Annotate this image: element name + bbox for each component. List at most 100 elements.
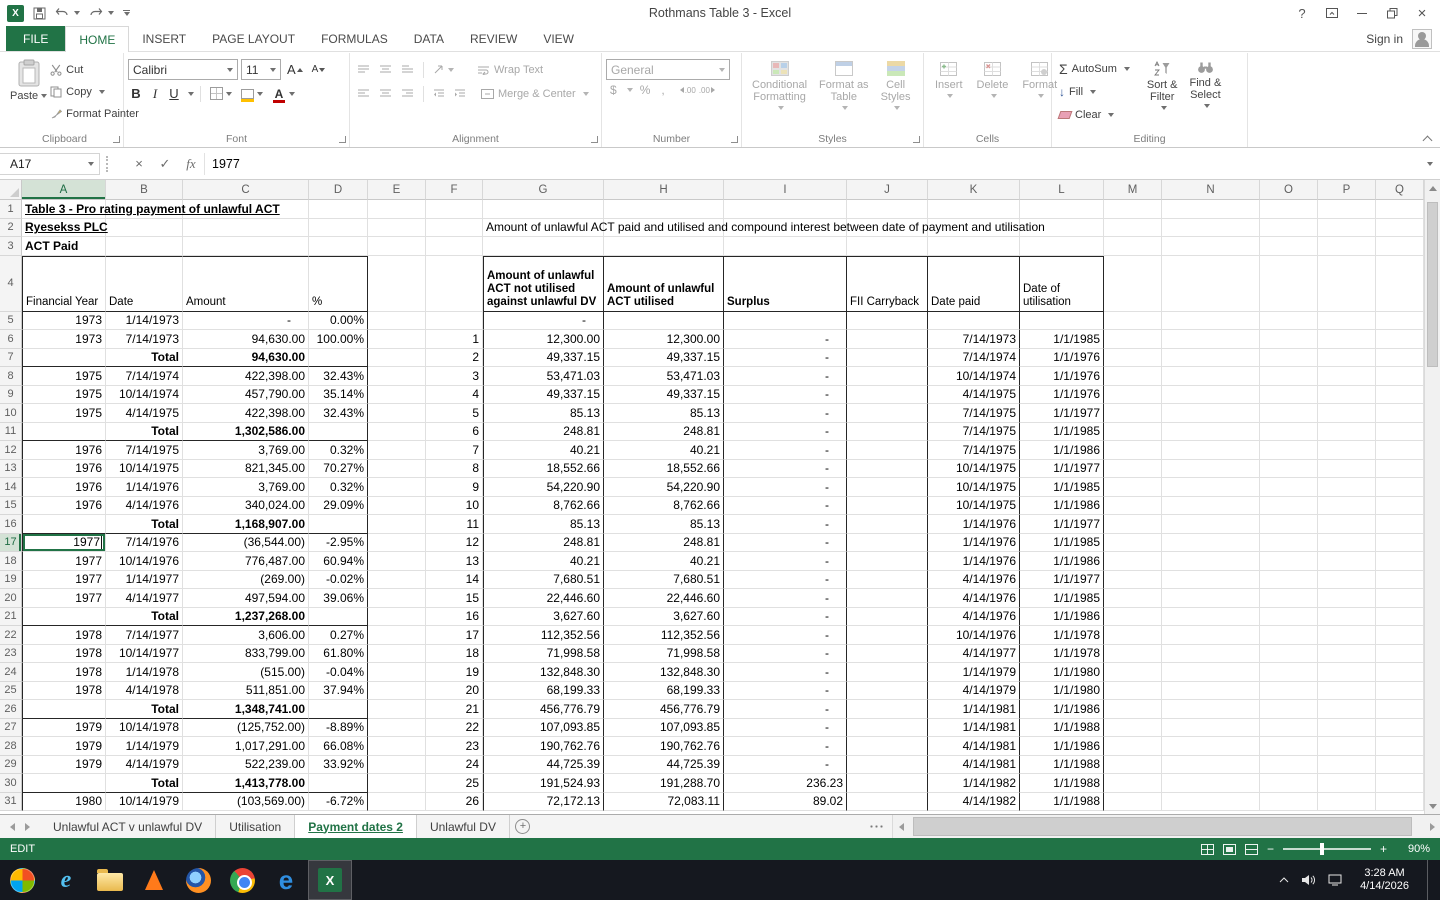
cell[interactable]: 456,776.79 bbox=[483, 700, 604, 719]
cell[interactable] bbox=[1318, 533, 1376, 552]
cell[interactable] bbox=[368, 311, 426, 330]
cell[interactable] bbox=[1318, 496, 1376, 515]
cell[interactable]: - bbox=[724, 644, 847, 663]
cell[interactable] bbox=[1376, 644, 1424, 663]
cell[interactable] bbox=[1260, 330, 1318, 349]
cancel-entry-button[interactable]: × bbox=[126, 153, 152, 175]
cell[interactable] bbox=[1376, 200, 1424, 219]
cell[interactable]: 10/14/1975 bbox=[928, 496, 1020, 515]
cell[interactable]: 60.94% bbox=[309, 552, 368, 571]
cell[interactable]: 85.13 bbox=[604, 404, 724, 423]
cell[interactable] bbox=[1104, 589, 1162, 608]
cell[interactable] bbox=[1104, 552, 1162, 571]
font-name-select[interactable]: Calibri bbox=[128, 59, 238, 80]
column-header[interactable]: H bbox=[604, 180, 724, 200]
user-avatar-icon[interactable] bbox=[1412, 28, 1432, 49]
cell[interactable]: 3,769.00 bbox=[183, 478, 309, 497]
cell[interactable]: - bbox=[724, 385, 847, 404]
sheet-nav-right-arrow[interactable] bbox=[25, 822, 30, 831]
cell[interactable]: Amount of unlawful ACT paid and utilised… bbox=[483, 218, 1045, 237]
cell[interactable]: 68,199.33 bbox=[483, 681, 604, 700]
cell[interactable] bbox=[1318, 348, 1376, 367]
row-header[interactable]: 18 bbox=[0, 552, 22, 571]
cell[interactable]: 112,352.56 bbox=[604, 626, 724, 645]
cell[interactable]: 1979 bbox=[22, 718, 106, 737]
cell[interactable] bbox=[847, 533, 928, 552]
cell[interactable] bbox=[1376, 311, 1424, 330]
cell[interactable]: 4/14/1975 bbox=[106, 404, 183, 423]
cell[interactable]: 8 bbox=[426, 459, 483, 478]
page-break-view-button[interactable] bbox=[1244, 843, 1258, 855]
row-header[interactable]: 9 bbox=[0, 385, 22, 404]
cell[interactable]: 1/1/1988 bbox=[1020, 774, 1104, 793]
tab-overflow-dots[interactable] bbox=[860, 815, 892, 838]
new-sheet-button[interactable]: + bbox=[510, 815, 536, 838]
cell[interactable] bbox=[1376, 663, 1424, 682]
cell[interactable]: 1/1/1986 bbox=[1020, 700, 1104, 719]
cell[interactable]: 19 bbox=[426, 663, 483, 682]
cell[interactable] bbox=[847, 552, 928, 571]
cell[interactable]: 22 bbox=[426, 718, 483, 737]
excel-app-icon[interactable]: X bbox=[7, 4, 24, 22]
cell[interactable] bbox=[1162, 607, 1260, 626]
cell[interactable]: 1/14/1976 bbox=[928, 533, 1020, 552]
cell[interactable]: 11 bbox=[426, 515, 483, 534]
ribbon-tab-review[interactable]: REVIEW bbox=[457, 26, 530, 51]
cell[interactable] bbox=[1376, 570, 1424, 589]
align-top-button[interactable] bbox=[354, 59, 373, 80]
cell[interactable]: 1/14/1973 bbox=[106, 311, 183, 330]
cell[interactable]: 4/14/1982 bbox=[928, 792, 1020, 811]
cell[interactable]: Total bbox=[106, 348, 183, 367]
cell[interactable] bbox=[1318, 422, 1376, 441]
cell[interactable] bbox=[1318, 478, 1376, 497]
clipboard-dialog-launcher[interactable] bbox=[113, 136, 120, 143]
formula-input[interactable]: 1977 bbox=[204, 152, 1416, 175]
horizontal-scroll-track[interactable] bbox=[909, 815, 1424, 838]
cell[interactable]: 1,302,586.00 bbox=[183, 422, 309, 441]
cell[interactable] bbox=[309, 700, 368, 719]
row-header[interactable]: 1 bbox=[0, 200, 22, 219]
increase-decimal-button[interactable]: .00 bbox=[679, 86, 696, 95]
row-header[interactable]: 12 bbox=[0, 441, 22, 460]
cell[interactable]: 1/1/1986 bbox=[1020, 552, 1104, 571]
cell[interactable] bbox=[928, 200, 1020, 219]
cell[interactable]: 4/14/1976 bbox=[928, 589, 1020, 608]
cell[interactable] bbox=[1104, 700, 1162, 719]
cell[interactable] bbox=[1260, 478, 1318, 497]
cell[interactable]: 10/14/1974 bbox=[106, 385, 183, 404]
cell[interactable] bbox=[368, 218, 426, 237]
cell[interactable] bbox=[368, 478, 426, 497]
cell[interactable]: Date bbox=[106, 255, 183, 312]
cell[interactable] bbox=[368, 385, 426, 404]
cell[interactable] bbox=[1376, 348, 1424, 367]
cell[interactable]: - bbox=[724, 367, 847, 386]
cell[interactable]: 8,762.66 bbox=[604, 496, 724, 515]
cell[interactable] bbox=[847, 311, 928, 330]
cell[interactable] bbox=[368, 348, 426, 367]
cell[interactable] bbox=[1318, 385, 1376, 404]
cell[interactable]: 94,630.00 bbox=[183, 348, 309, 367]
cell[interactable] bbox=[106, 218, 183, 237]
cell[interactable]: 18,552.66 bbox=[604, 459, 724, 478]
cell[interactable]: Total bbox=[106, 607, 183, 626]
cell[interactable] bbox=[1104, 348, 1162, 367]
cell[interactable]: 191,524.93 bbox=[483, 774, 604, 793]
cell[interactable]: 4/14/1976 bbox=[928, 570, 1020, 589]
cell[interactable]: 1980 bbox=[22, 792, 106, 811]
cell[interactable] bbox=[183, 218, 309, 237]
cell[interactable] bbox=[604, 311, 724, 330]
cell[interactable] bbox=[1318, 570, 1376, 589]
volume-icon[interactable] bbox=[1301, 874, 1316, 886]
cell[interactable]: 4/14/1977 bbox=[928, 644, 1020, 663]
cell[interactable] bbox=[1104, 218, 1162, 237]
cell[interactable] bbox=[1162, 478, 1260, 497]
percent-style-button[interactable]: % bbox=[636, 83, 655, 97]
cell[interactable]: 1/1/1988 bbox=[1020, 718, 1104, 737]
cell[interactable]: 1975 bbox=[22, 404, 106, 423]
cell[interactable] bbox=[1318, 330, 1376, 349]
cell[interactable] bbox=[1162, 589, 1260, 608]
cell[interactable]: 1/1/1977 bbox=[1020, 515, 1104, 534]
cell[interactable] bbox=[724, 200, 847, 219]
cell[interactable] bbox=[368, 570, 426, 589]
expand-formula-bar-button[interactable] bbox=[1416, 161, 1440, 166]
